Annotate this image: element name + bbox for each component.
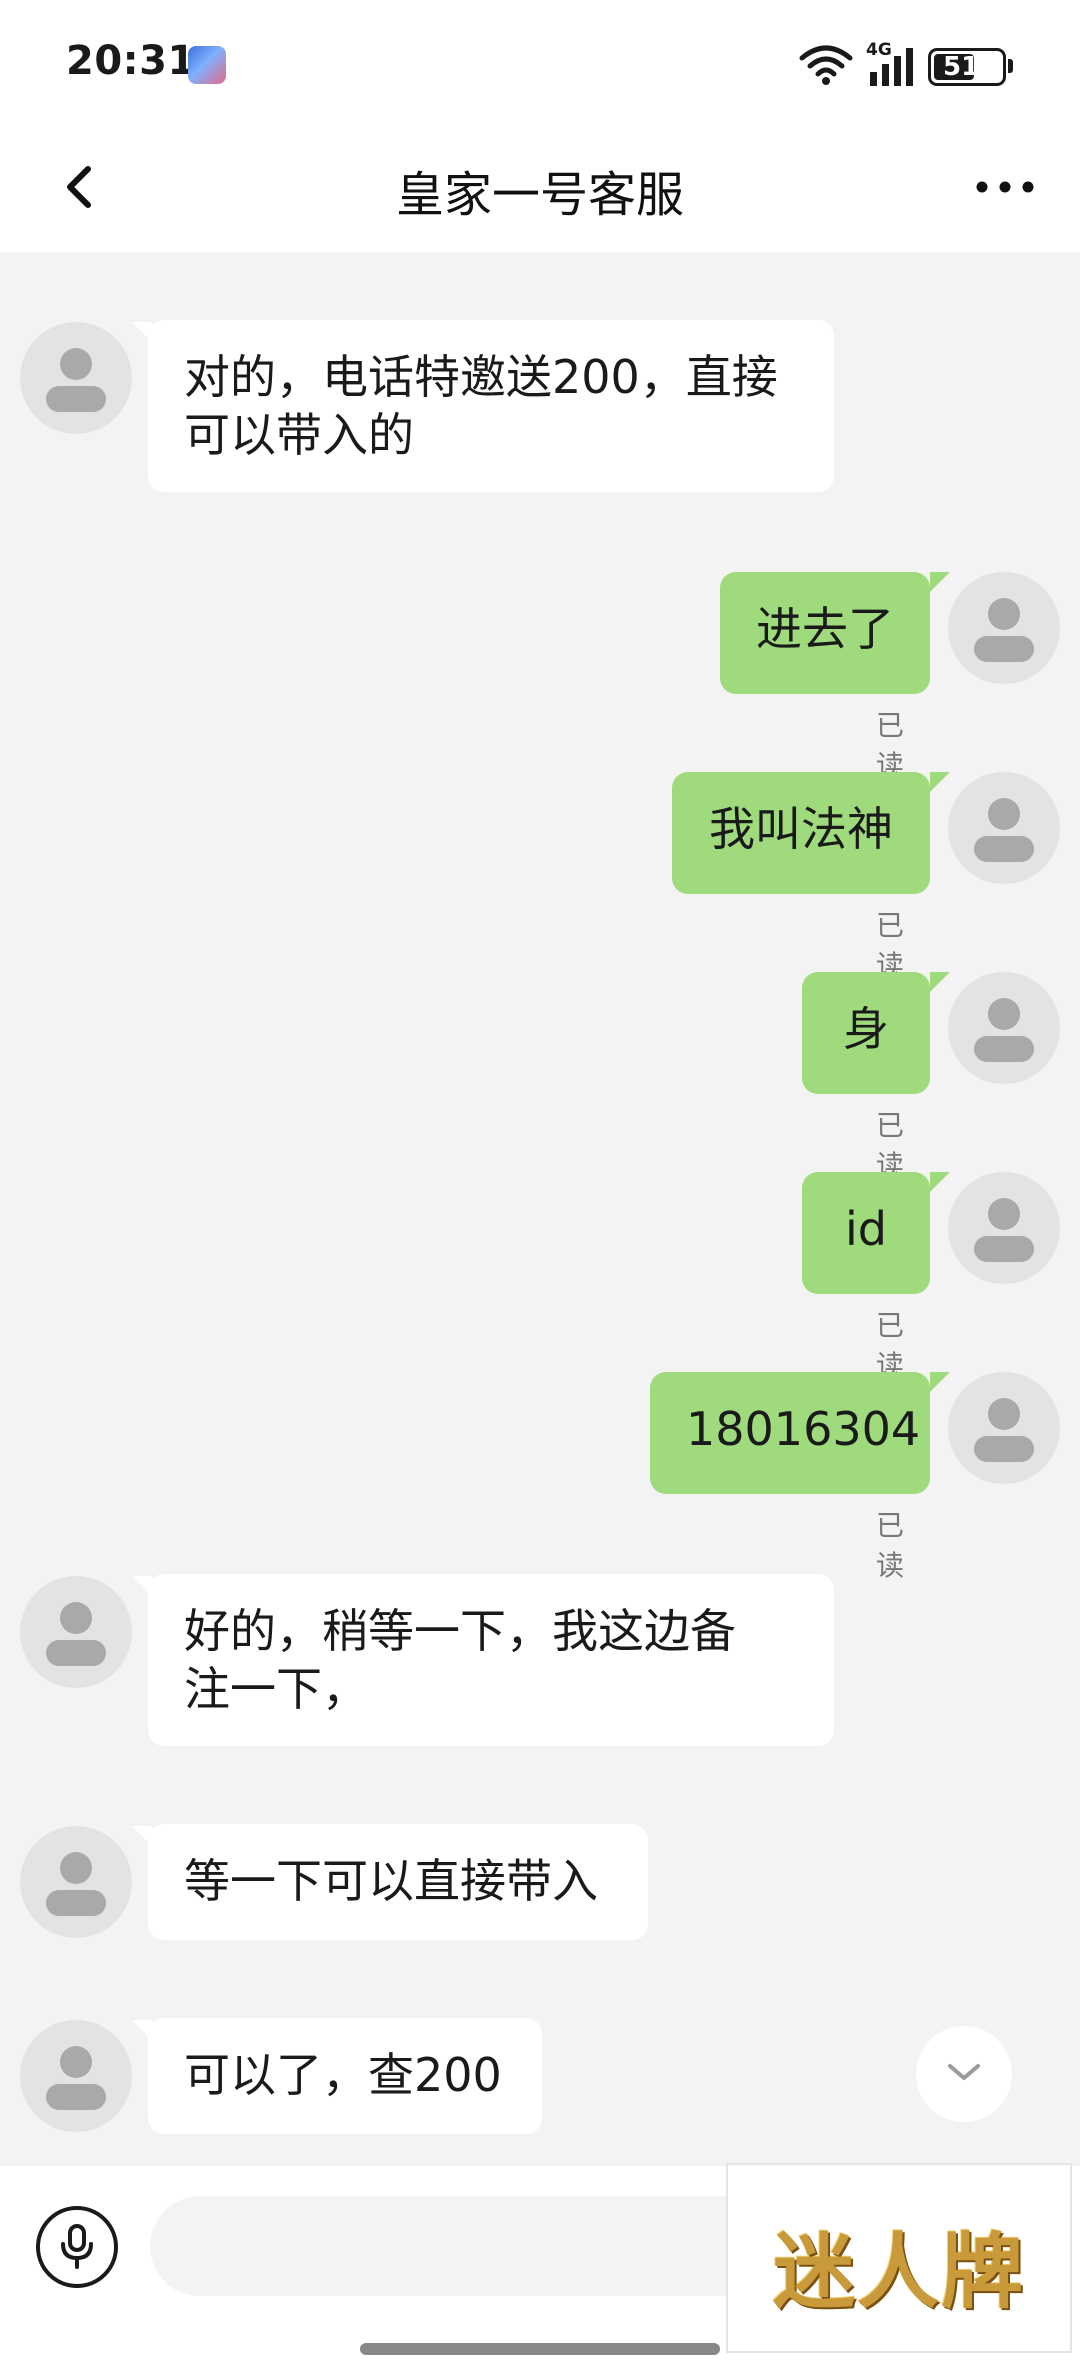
message-bubble[interactable]: 好的，稍等一下，我这边备 注一下， <box>148 1574 834 1746</box>
message-bubble[interactable]: 18016304 <box>650 1372 930 1494</box>
microphone-icon <box>61 2224 93 2269</box>
voice-input-button[interactable] <box>36 2206 118 2288</box>
message-bubble[interactable]: id <box>802 1172 930 1294</box>
home-indicator[interactable] <box>360 2343 720 2355</box>
message-bubble[interactable]: 对的，电话特邀送200，直接 可以带入的 <box>148 320 834 492</box>
message-bubble[interactable]: 可以了，查200 <box>148 2018 542 2134</box>
status-time: 20:31 <box>66 38 196 84</box>
scroll-to-bottom-button[interactable] <box>916 2026 1012 2122</box>
battery-cap <box>1008 59 1013 73</box>
message-bubble[interactable]: 我叫法神 <box>672 772 930 894</box>
avatar[interactable] <box>948 572 1060 684</box>
watermark-text: 迷人牌 <box>772 2224 1025 2320</box>
status-bar: 20:31 4G 51 <box>0 0 1080 125</box>
chat-header: 皇家一号客服 <box>0 125 1080 252</box>
avatar[interactable] <box>20 1576 132 1688</box>
message-list[interactable]: 对的，电话特邀送200，直接 可以带入的 进去了 已读 我叫法神 已读 身 已读… <box>0 252 1080 2166</box>
message-bubble[interactable]: 身 <box>802 972 930 1094</box>
avatar[interactable] <box>948 772 1060 884</box>
wifi-icon <box>799 45 853 85</box>
page-title: 皇家一号客服 <box>395 167 684 223</box>
chevron-down-icon <box>948 2064 980 2080</box>
battery-icon: 51 <box>928 48 1006 86</box>
avatar[interactable] <box>948 1372 1060 1484</box>
system-icons: 4G 51 <box>798 40 1018 90</box>
message-bubble[interactable]: 等一下可以直接带入 <box>148 1824 648 1940</box>
message-bubble[interactable]: 进去了 <box>720 572 930 694</box>
signal-icon <box>870 48 913 86</box>
avatar[interactable] <box>20 1826 132 1938</box>
read-status: 已读 <box>876 1509 905 1582</box>
more-options-icon[interactable] <box>970 165 1040 209</box>
app-notification-icon <box>188 46 226 84</box>
avatar[interactable] <box>948 1172 1060 1284</box>
avatar[interactable] <box>20 322 132 434</box>
avatar[interactable] <box>948 972 1060 1084</box>
battery-level: 51 <box>943 52 980 82</box>
avatar[interactable] <box>20 2020 132 2132</box>
watermark-logo: 迷人牌 <box>726 2163 1072 2353</box>
